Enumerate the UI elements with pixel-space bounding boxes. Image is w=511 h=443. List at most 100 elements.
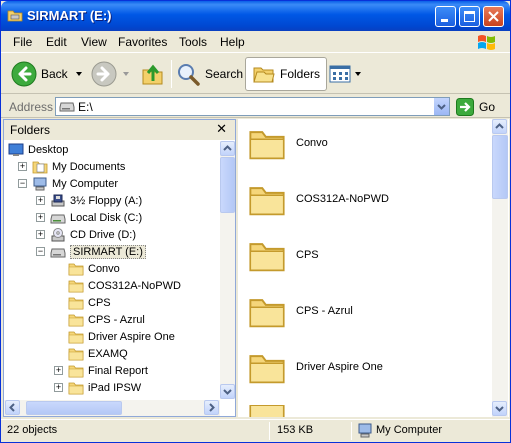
- close-button[interactable]: [483, 6, 504, 27]
- tree-vertical-scrollbar[interactable]: [220, 141, 235, 399]
- toolbar: Back Search Folders: [1, 54, 510, 94]
- content-scroll-thumb[interactable]: [492, 135, 508, 199]
- menu-edit[interactable]: Edit: [46, 35, 67, 49]
- expand-icon[interactable]: +: [54, 366, 63, 375]
- folder-item-label: CPS: [296, 249, 319, 261]
- tree-item[interactable]: + Final Report: [54, 362, 148, 379]
- tree-item[interactable]: +3½ Floppy (A:): [36, 192, 142, 209]
- content-scroll-down-button[interactable]: [492, 401, 507, 416]
- tree-item[interactable]: + CD Drive (D:): [36, 226, 136, 243]
- horizontal-scroll-thumb[interactable]: [26, 401, 122, 415]
- tree-item[interactable]: Driver Aspire One: [68, 328, 175, 345]
- address-dropdown-button[interactable]: [433, 98, 449, 115]
- tree-item[interactable]: − SIRMART (E:): [36, 243, 146, 260]
- address-label: Address: [9, 100, 54, 114]
- folder-icon: [248, 349, 286, 390]
- tree-item[interactable]: COS312A-NoPWD: [68, 277, 181, 294]
- views-button[interactable]: [329, 57, 361, 91]
- menu-help[interactable]: Help: [220, 35, 245, 49]
- tree-item-label: Convo: [88, 262, 120, 275]
- removable-drive-icon: [59, 102, 75, 112]
- title-bar[interactable]: SIRMART (E:): [1, 1, 510, 31]
- tree-item[interactable]: + Local Disk (C:): [36, 209, 143, 226]
- scroll-down-button[interactable]: [220, 384, 235, 399]
- forward-button[interactable]: [91, 57, 129, 91]
- tree-item[interactable]: CPS - Azrul: [68, 311, 145, 328]
- folder-item-partial[interactable]: [248, 405, 286, 417]
- tree-item[interactable]: Desktop: [8, 141, 68, 158]
- tree-item-label: Final Report: [88, 364, 148, 377]
- status-size: 153 KB: [277, 424, 314, 436]
- folder-item[interactable]: CPS: [248, 237, 319, 277]
- cd-drive-icon: [50, 227, 66, 242]
- maximize-button[interactable]: [459, 6, 480, 27]
- folder-icon: [68, 262, 84, 276]
- tree-item[interactable]: − My Computer: [18, 175, 118, 192]
- chevron-down-icon: [495, 406, 504, 412]
- collapse-icon[interactable]: −: [36, 247, 45, 256]
- tree-item[interactable]: + iPad IPSW: [54, 379, 142, 396]
- folder-item[interactable]: CPS - Azrul: [248, 293, 353, 333]
- tree-item-label: CPS - Azrul: [88, 313, 145, 326]
- content-vertical-scrollbar[interactable]: [492, 119, 508, 417]
- status-location: My Computer: [376, 424, 443, 436]
- expand-icon[interactable]: +: [36, 196, 45, 205]
- menu-file[interactable]: File: [13, 35, 32, 49]
- tree-horizontal-scrollbar[interactable]: [4, 400, 220, 416]
- back-arrow-icon: [11, 61, 37, 87]
- folder-icon: [248, 125, 286, 166]
- scroll-thumb[interactable]: [220, 157, 235, 213]
- minimize-icon: [441, 19, 448, 22]
- tree-item-label: My Documents: [52, 160, 126, 173]
- expand-icon[interactable]: +: [54, 383, 63, 392]
- close-icon: [488, 11, 499, 22]
- my-documents-icon: [32, 160, 48, 174]
- scroll-up-button[interactable]: [220, 141, 235, 156]
- minimize-button[interactable]: [435, 6, 456, 27]
- menu-view[interactable]: View: [81, 35, 107, 49]
- scroll-left-button[interactable]: [5, 400, 20, 415]
- back-dropdown-icon[interactable]: [75, 72, 82, 76]
- toolbar-separator: [321, 60, 322, 88]
- expand-icon[interactable]: +: [18, 162, 27, 171]
- forward-dropdown-icon[interactable]: [123, 72, 129, 76]
- expand-icon[interactable]: +: [36, 230, 45, 239]
- tree-item[interactable]: EXAMQ: [68, 345, 128, 362]
- menu-tools[interactable]: Tools: [179, 35, 207, 49]
- search-icon: [178, 64, 200, 86]
- folder-item[interactable]: Driver Aspire One: [248, 349, 383, 390]
- expand-icon[interactable]: +: [36, 213, 45, 222]
- address-value: E:\: [78, 100, 93, 114]
- views-dropdown-icon[interactable]: [355, 72, 361, 76]
- tree-item[interactable]: + My Documents: [18, 158, 126, 175]
- folder-item[interactable]: COS312A-NoPWD: [248, 181, 389, 221]
- up-folder-icon: [142, 64, 163, 85]
- tree-item[interactable]: Convo: [68, 260, 120, 277]
- collapse-icon[interactable]: −: [18, 179, 27, 188]
- go-label: Go: [479, 99, 496, 114]
- floppy-drive-icon: [50, 194, 66, 208]
- folder-item[interactable]: Convo: [248, 125, 328, 166]
- content-scroll-up-button[interactable]: [492, 119, 507, 134]
- menu-favorites[interactable]: Favorites: [118, 35, 167, 49]
- hard-drive-icon: [50, 211, 66, 225]
- folders-button[interactable]: Folders: [245, 57, 328, 91]
- tree-item[interactable]: CPS: [68, 294, 111, 311]
- address-input[interactable]: E:\: [55, 97, 450, 116]
- status-bar: 22 objects 153 KB My Computer: [1, 419, 510, 442]
- back-label: Back: [41, 67, 68, 81]
- tree-item-label: Driver Aspire One: [88, 330, 175, 343]
- search-button[interactable]: Search: [175, 57, 243, 91]
- folders-pane: Folders ✕ Desktop + My Documents − My Comput…: [3, 119, 236, 417]
- maximize-icon: [464, 11, 475, 22]
- back-button[interactable]: Back: [11, 57, 82, 91]
- close-pane-icon[interactable]: ✕: [216, 121, 227, 137]
- scroll-right-button[interactable]: [204, 400, 219, 415]
- up-folder-button[interactable]: [141, 57, 165, 91]
- windows-logo-icon: [478, 35, 495, 50]
- folder-icon: [68, 347, 84, 361]
- go-button[interactable]: Go: [456, 97, 495, 116]
- tree-item-label: iPad IPSW: [88, 381, 142, 394]
- explorer-window: SIRMART (E:) File Edit View Favorites To…: [0, 0, 511, 443]
- tree-item-label: Local Disk (C:): [70, 211, 143, 224]
